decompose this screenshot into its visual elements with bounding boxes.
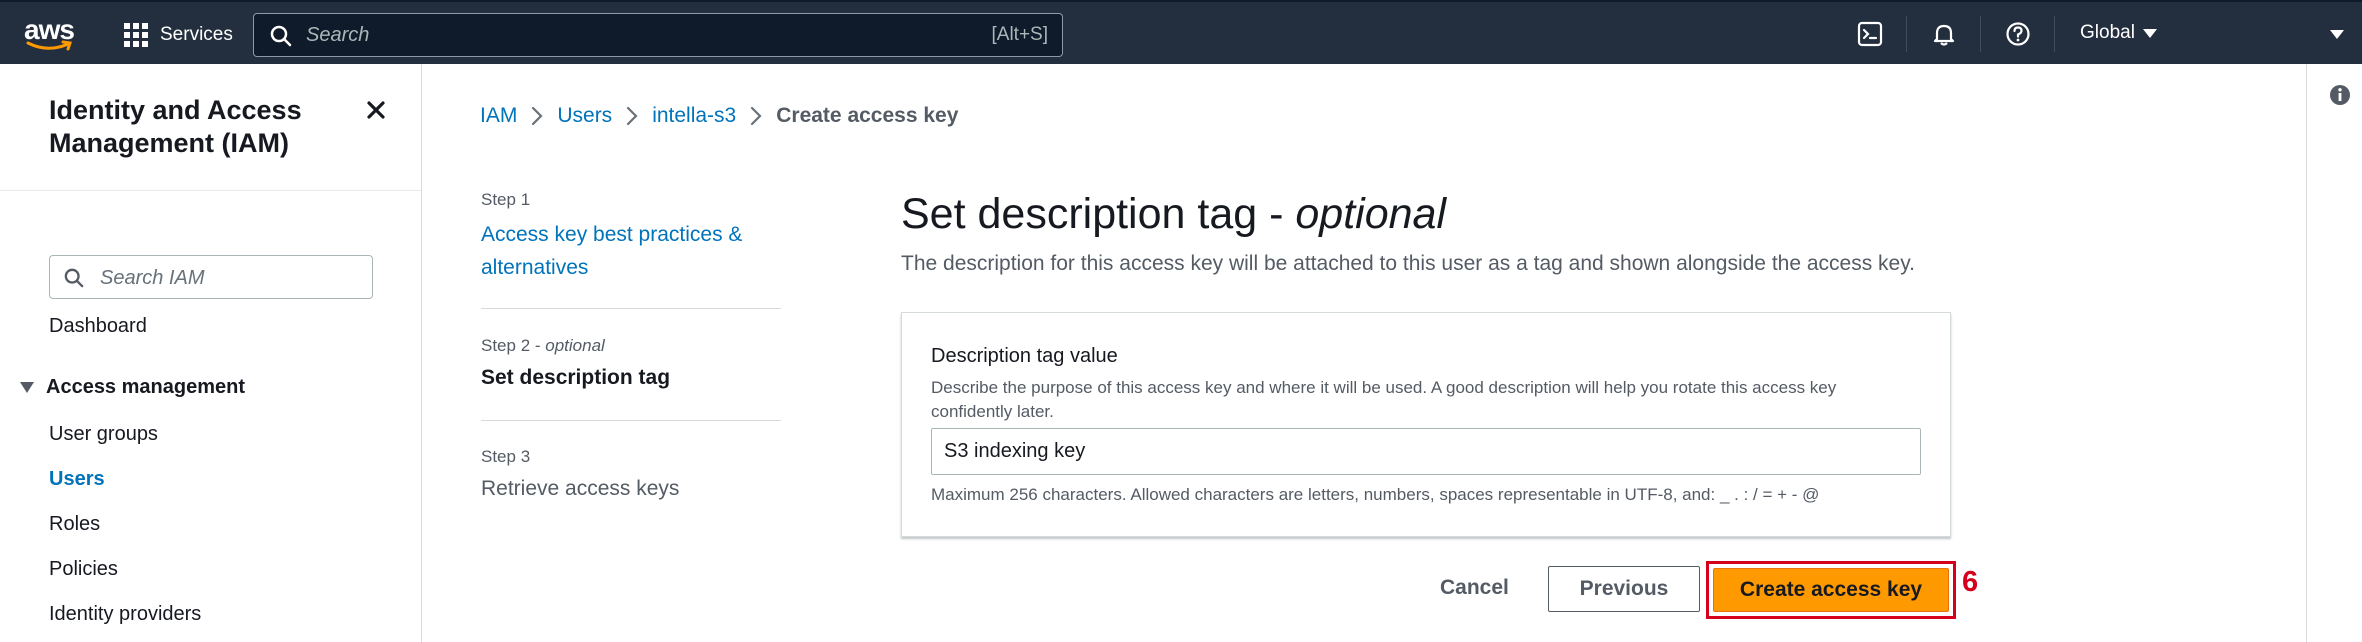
field-label: Description tag value <box>931 345 1118 367</box>
help-panel-rail <box>2306 64 2362 642</box>
step-label: Step 1 <box>481 190 531 209</box>
page-description: The description for this access key will… <box>901 252 1915 275</box>
caret-down-icon <box>20 382 34 393</box>
page-title: Set description tag - optional <box>901 190 1447 238</box>
sidebar-divider <box>0 190 421 191</box>
nav-divider <box>1906 16 1907 52</box>
aws-logo[interactable]: aws <box>24 10 76 54</box>
step-1-link[interactable]: Access key best practices & alternatives <box>481 218 771 284</box>
sidebar-search-input[interactable] <box>100 264 360 292</box>
search-icon <box>270 25 292 47</box>
breadcrumb: IAM Users intella-s3 Create access key <box>480 104 958 128</box>
description-tag-panel: Description tag value Describe the purpo… <box>901 312 1951 537</box>
cancel-button[interactable]: Cancel <box>1420 566 1529 610</box>
breadcrumb-item-user[interactable]: intella-s3 <box>652 104 736 128</box>
chevron-right-icon <box>750 106 762 126</box>
nav-divider <box>2054 16 2055 52</box>
sidebar: Identity and Access Management (IAM) Das… <box>0 64 422 642</box>
step-3-title: Retrieve access keys <box>481 477 680 500</box>
nav-divider <box>1980 16 1981 52</box>
global-search-box[interactable]: [Alt+S] <box>253 13 1063 57</box>
sidebar-section-access-management[interactable]: Access management <box>20 376 245 399</box>
region-selector[interactable]: Global <box>2080 22 2157 44</box>
breadcrumb-item-iam[interactable]: IAM <box>480 104 517 128</box>
global-search-input[interactable] <box>306 20 906 50</box>
search-icon <box>64 268 84 288</box>
description-tag-input[interactable] <box>931 428 1921 475</box>
sidebar-item-users[interactable]: Users <box>49 468 105 491</box>
cloudshell-icon[interactable] <box>1856 20 1884 48</box>
services-menu-button[interactable]: Services <box>124 20 233 50</box>
create-access-key-button[interactable]: Create access key <box>1713 568 1949 612</box>
field-constraint-hint: Maximum 256 characters. Allowed characte… <box>931 485 1820 504</box>
search-hotkey-hint: [Alt+S] <box>991 24 1049 45</box>
close-icon[interactable] <box>366 100 386 120</box>
step-label: Step 2 - optional <box>481 336 605 355</box>
sidebar-item-dashboard[interactable]: Dashboard <box>49 315 147 338</box>
info-icon[interactable] <box>2329 84 2351 106</box>
chevron-right-icon <box>531 106 543 126</box>
sidebar-item-roles[interactable]: Roles <box>49 513 100 536</box>
region-label: Global <box>2080 22 2135 43</box>
field-description: Describe the purpose of this access key … <box>931 378 1837 421</box>
caret-down-icon <box>2142 28 2157 38</box>
sidebar-search-box[interactable] <box>49 255 373 299</box>
sidebar-title: Identity and Access Management (IAM) <box>49 95 302 158</box>
aws-smile-icon <box>26 40 72 51</box>
breadcrumb-current: Create access key <box>776 104 959 127</box>
wizard-step-2: Step 2 - optional Set description tag <box>481 336 670 390</box>
chevron-right-icon <box>626 106 638 126</box>
sidebar-item-policies[interactable]: Policies <box>49 558 118 581</box>
previous-button[interactable]: Previous <box>1548 566 1700 612</box>
help-icon[interactable] <box>2004 20 2032 48</box>
step-2-current: Set description tag <box>481 366 671 389</box>
breadcrumb-item-users[interactable]: Users <box>557 104 612 128</box>
bell-icon[interactable] <box>1930 20 1958 48</box>
sidebar-item-identity-providers[interactable]: Identity providers <box>49 603 201 626</box>
account-menu-caret-icon[interactable] <box>2330 30 2344 39</box>
top-navigation: aws Services [Alt+S] <box>0 0 2362 64</box>
annotation-step-number: 6 <box>1962 566 1979 598</box>
wizard-step-1: Step 1 Access key best practices & alter… <box>481 190 771 284</box>
wizard-step-3: Step 3 Retrieve access keys <box>481 447 679 501</box>
grid-icon <box>124 23 148 47</box>
sidebar-section-label: Access management <box>46 376 245 398</box>
services-label: Services <box>160 24 233 45</box>
step-divider <box>481 308 781 309</box>
sidebar-item-user-groups[interactable]: User groups <box>49 423 158 446</box>
step-label: Step 3 <box>481 447 531 466</box>
step-divider <box>481 420 781 421</box>
